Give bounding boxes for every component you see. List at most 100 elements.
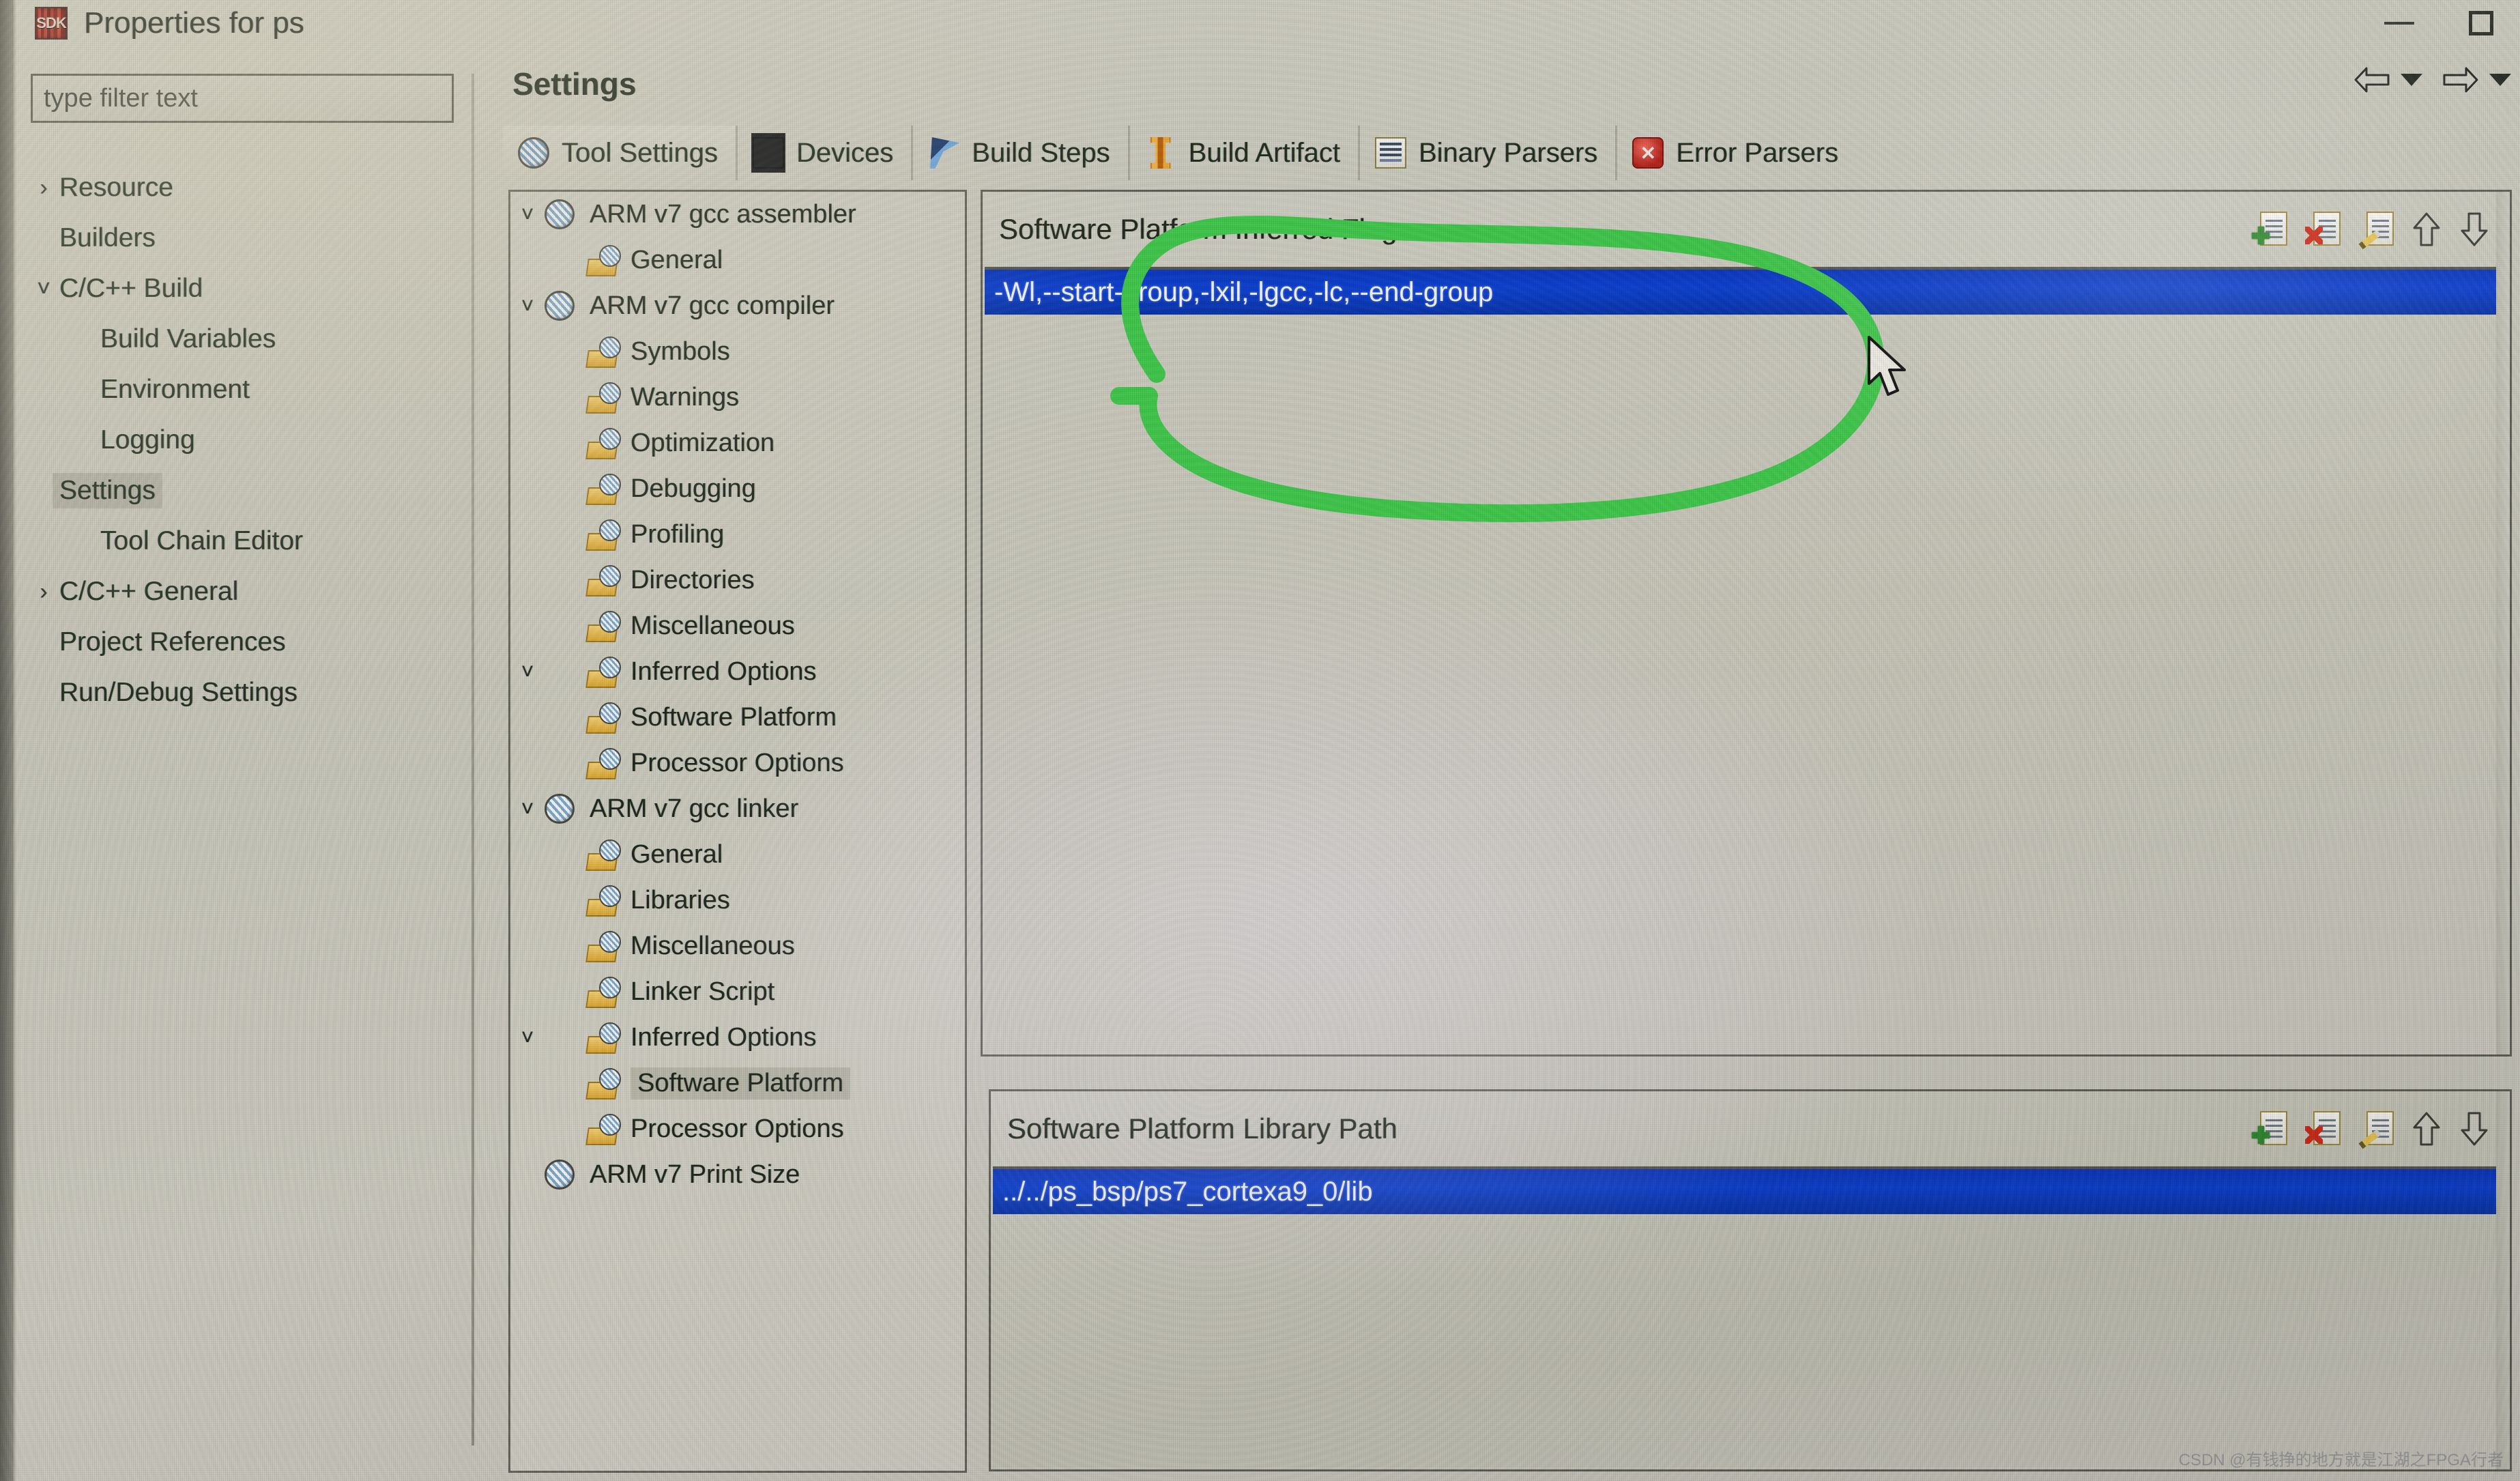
sidebar-item-logging[interactable]: Logging <box>16 415 481 465</box>
tool-tree-item-profiling[interactable]: Profiling <box>510 512 965 558</box>
chevron-down-icon[interactable]: ˅ <box>28 276 59 302</box>
tab-binary-parsers[interactable]: Binary Parsers <box>1360 126 1618 180</box>
move-down-button[interactable] <box>2459 1111 2489 1147</box>
sidebar-item-run-debug-settings[interactable]: Run/Debug Settings <box>16 667 481 718</box>
tool-ball-icon <box>545 290 575 321</box>
move-down-button[interactable] <box>2459 212 2489 247</box>
tool-tree-item-inferred-options[interactable]: ˅ Inferred Options <box>510 649 965 695</box>
tool-tree-item-libraries[interactable]: Libraries <box>510 878 965 923</box>
chevron-down-icon[interactable] <box>2401 74 2422 86</box>
folder-tool-icon <box>585 656 621 688</box>
settings-page-pane: Settings Tool Settings Devices Build Ste… <box>493 46 2520 1481</box>
tool-ball-icon <box>599 1022 621 1044</box>
chevron-down-icon[interactable] <box>2489 74 2511 86</box>
tool-tree-item-label: ARM v7 gcc linker <box>590 794 799 823</box>
tool-tree-item-processor-options[interactable]: Processor Options <box>510 1106 965 1152</box>
sidebar-item-label: Project References <box>59 627 286 657</box>
sidebar-item-build-variables[interactable]: Build Variables <box>16 314 481 364</box>
tool-tree-item-directories[interactable]: Directories <box>510 558 965 603</box>
list-item[interactable]: ../../ps_bsp/ps7_cortexa9_0/lib <box>993 1169 2508 1214</box>
sidebar-item-tool-chain-editor[interactable]: Tool Chain Editor <box>16 516 481 566</box>
chevron-down-icon[interactable]: ˅ <box>510 293 545 319</box>
photo-edge-left <box>0 0 14 1481</box>
tool-tree-item-arm-v7-print-size[interactable]: ARM v7 Print Size <box>510 1152 965 1198</box>
tool-tree-item-general[interactable]: General <box>510 832 965 878</box>
sidebar-item-settings[interactable]: Settings <box>16 465 481 516</box>
delete-entry-button[interactable] <box>2305 212 2341 247</box>
tool-tree-item-arm-v7-gcc-assembler[interactable]: ˅ ARM v7 gcc assembler <box>510 192 965 238</box>
tab-label: Devices <box>796 137 894 168</box>
tool-tree-item-inferred-options[interactable]: ˅ Inferred Options <box>510 1015 965 1061</box>
software-platform-library-path-group: Software Platform Library Path ../../ps_… <box>989 1089 2512 1471</box>
tool-tree-item-processor-options[interactable]: Processor Options <box>510 741 965 786</box>
sidebar-item-builders[interactable]: Builders <box>16 213 481 263</box>
move-up-button[interactable] <box>2412 1111 2442 1147</box>
page-history-nav <box>2354 66 2511 94</box>
back-button[interactable] <box>2354 66 2422 94</box>
tab-label: Build Artifact <box>1188 137 1340 168</box>
window-controls <box>2358 1 2520 45</box>
tool-tree-item-software-platform[interactable]: Software Platform <box>510 695 965 741</box>
tab-build-artifact[interactable]: Build Artifact <box>1130 126 1360 180</box>
tab-error-parsers[interactable]: Error Parsers <box>1617 126 1856 180</box>
vertical-scrollbar[interactable] <box>2496 192 2510 1054</box>
tab-tool-settings[interactable]: Tool Settings <box>503 126 738 180</box>
vertical-scrollbar[interactable] <box>2496 1091 2510 1469</box>
tool-tree-item-debugging[interactable]: Debugging <box>510 466 965 512</box>
tool-tree-item-linker-script[interactable]: Linker Script <box>510 969 965 1015</box>
filter-input-text: type filter text <box>44 83 198 113</box>
group-header: Software Platform Inferred Flags <box>983 192 2510 267</box>
inferred-flags-list[interactable]: -Wl,--start-group,-lxil,-lgcc,-lc,--end-… <box>985 267 2508 1052</box>
tool-tree-item-miscellaneous[interactable]: Miscellaneous <box>510 603 965 649</box>
tool-tree-item-optimization[interactable]: Optimization <box>510 420 965 466</box>
tool-tree-item-software-platform[interactable]: Software Platform <box>510 1061 965 1106</box>
chevron-down-icon[interactable]: ˅ <box>510 202 545 227</box>
tab-devices[interactable]: Devices <box>738 126 914 180</box>
tool-tree-item-arm-v7-gcc-compiler[interactable]: ˅ ARM v7 gcc compiler <box>510 283 965 329</box>
tool-tree-item-warnings[interactable]: Warnings <box>510 375 965 420</box>
sidebar-item-resource[interactable]: › Resource <box>16 162 481 213</box>
list-item[interactable]: -Wl,--start-group,-lxil,-lgcc,-lc,--end-… <box>985 270 2508 315</box>
tool-ball-icon <box>599 382 621 404</box>
tool-tree-item-arm-v7-gcc-linker[interactable]: ˅ ARM v7 gcc linker <box>510 786 965 832</box>
move-up-button[interactable] <box>2412 212 2442 247</box>
x-mark-icon <box>2305 227 2323 244</box>
edit-entry-button[interactable] <box>2358 1111 2394 1149</box>
tool-tree-item-miscellaneous[interactable]: Miscellaneous <box>510 923 965 969</box>
tool-ball-icon <box>599 1067 621 1090</box>
tool-tree-item-general[interactable]: General <box>510 238 965 283</box>
sidebar-item-label: Run/Debug Settings <box>59 678 298 707</box>
chevron-right-icon[interactable]: › <box>28 579 59 605</box>
library-path-list[interactable]: ../../ps_bsp/ps7_cortexa9_0/lib <box>993 1166 2508 1467</box>
sidebar-item-c-c-build[interactable]: ˅ C/C++ Build <box>16 263 481 314</box>
chevron-down-icon[interactable]: ˅ <box>510 1025 545 1050</box>
tool-settings-content: ˅ ARM v7 gcc assembler General ˅ ARM v7 gcc … <box>503 190 2516 1473</box>
chevron-down-icon[interactable]: ˅ <box>510 659 545 685</box>
edit-entry-button[interactable] <box>2358 212 2394 250</box>
tool-tree-item-symbols[interactable]: Symbols <box>510 329 965 375</box>
forward-button[interactable] <box>2443 66 2511 94</box>
sidebar-item-project-references[interactable]: Project References <box>16 617 481 667</box>
tool-tree-item-label: Optimization <box>631 429 775 457</box>
sidebar-item-c-c-general[interactable]: › C/C++ General <box>16 566 481 617</box>
filter-input[interactable]: type filter text <box>31 74 454 123</box>
add-entry-button[interactable] <box>2252 1111 2287 1147</box>
delete-entry-button[interactable] <box>2305 1111 2341 1147</box>
tool-tree-item-label: Profiling <box>631 520 725 549</box>
arrow-up-icon <box>2413 212 2440 246</box>
tab-label: Binary Parsers <box>1418 137 1598 168</box>
minimize-button[interactable] <box>2358 1 2440 45</box>
tab-build-steps[interactable]: Build Steps <box>913 126 1130 180</box>
pane-divider[interactable] <box>472 74 474 1446</box>
sidebar-item-label: Builders <box>59 223 156 253</box>
folder-tool-icon <box>585 473 621 505</box>
sidebar-item-environment[interactable]: Environment <box>16 364 481 415</box>
maximize-button[interactable] <box>2440 1 2520 45</box>
maximize-icon <box>2469 11 2493 35</box>
chevron-right-icon[interactable]: › <box>28 175 59 201</box>
chevron-down-icon[interactable]: ˅ <box>510 796 545 822</box>
folder-tool-icon <box>585 1022 621 1054</box>
tool-ball-icon <box>545 793 575 824</box>
page-title: Settings <box>512 66 637 102</box>
add-entry-button[interactable] <box>2252 212 2287 247</box>
